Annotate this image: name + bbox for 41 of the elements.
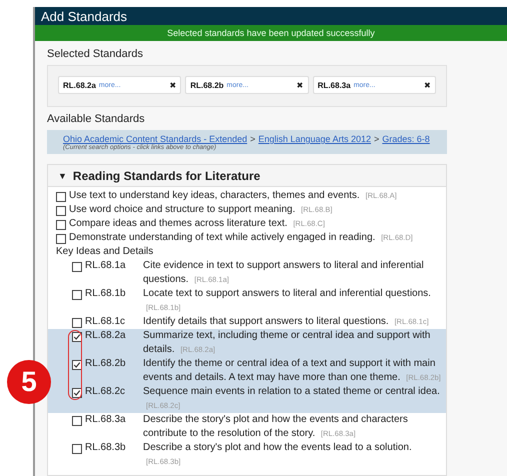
checkbox[interactable]	[72, 360, 82, 370]
checkbox[interactable]	[56, 192, 66, 202]
breadcrumb-link[interactable]: Ohio Academic Content Standards - Extended	[63, 134, 248, 144]
standard-code: RL.68.2b	[190, 80, 224, 90]
checkbox[interactable]	[72, 416, 82, 426]
section-heading: Available Standards	[47, 113, 146, 125]
checkbox[interactable]	[72, 318, 82, 328]
highlight-outline	[68, 330, 82, 400]
success-banner: Selected standards have been updated successfully	[35, 25, 507, 41]
checkbox[interactable]	[56, 220, 66, 230]
checkbox[interactable]	[56, 234, 66, 244]
group-label: Key Ideas and Details	[55, 245, 154, 259]
remove-button[interactable]: ✖	[169, 80, 176, 90]
section-header[interactable]: ▼ Reading Standards for Literature	[48, 165, 446, 187]
section-title: Reading Standards for Literature	[72, 168, 260, 182]
checkbox[interactable]	[72, 444, 82, 454]
standard-code: RL.68.3a	[85, 413, 127, 427]
checkbox[interactable]	[56, 206, 66, 216]
standard-code: RL.68.1b	[85, 287, 127, 301]
breadcrumb-separator: >	[374, 134, 380, 144]
standard-code: RL.68.2a	[85, 329, 127, 343]
caret-icon: ▼	[58, 170, 67, 180]
standard-code: RL.68.3a	[318, 80, 351, 90]
step-badge: 5	[7, 360, 51, 404]
standard-code: RL.68.3b	[85, 441, 127, 455]
section-heading: Selected Standards	[47, 48, 144, 60]
standard-code: RL.68.2b	[85, 357, 127, 371]
remove-button[interactable]: ✖	[424, 80, 431, 90]
breadcrumb-link[interactable]: Grades: 6-8	[382, 134, 430, 144]
standard-code: RL.68.2c	[85, 385, 126, 399]
standard-code: RL.68.1a	[85, 259, 127, 273]
dialog-title: Add Standards	[41, 8, 128, 24]
checkbox[interactable]	[72, 262, 82, 272]
checkbox[interactable]	[72, 290, 82, 300]
standard-code: RL.68.1c	[85, 315, 126, 329]
breadcrumb-separator: >	[250, 134, 256, 144]
remove-button[interactable]: ✖	[296, 80, 304, 90]
checkbox[interactable]	[72, 332, 82, 342]
checkbox[interactable]	[72, 388, 82, 398]
standard-code: RL.68.2a	[63, 80, 96, 90]
breadcrumb-link[interactable]: English Language Arts 2012	[258, 134, 371, 144]
